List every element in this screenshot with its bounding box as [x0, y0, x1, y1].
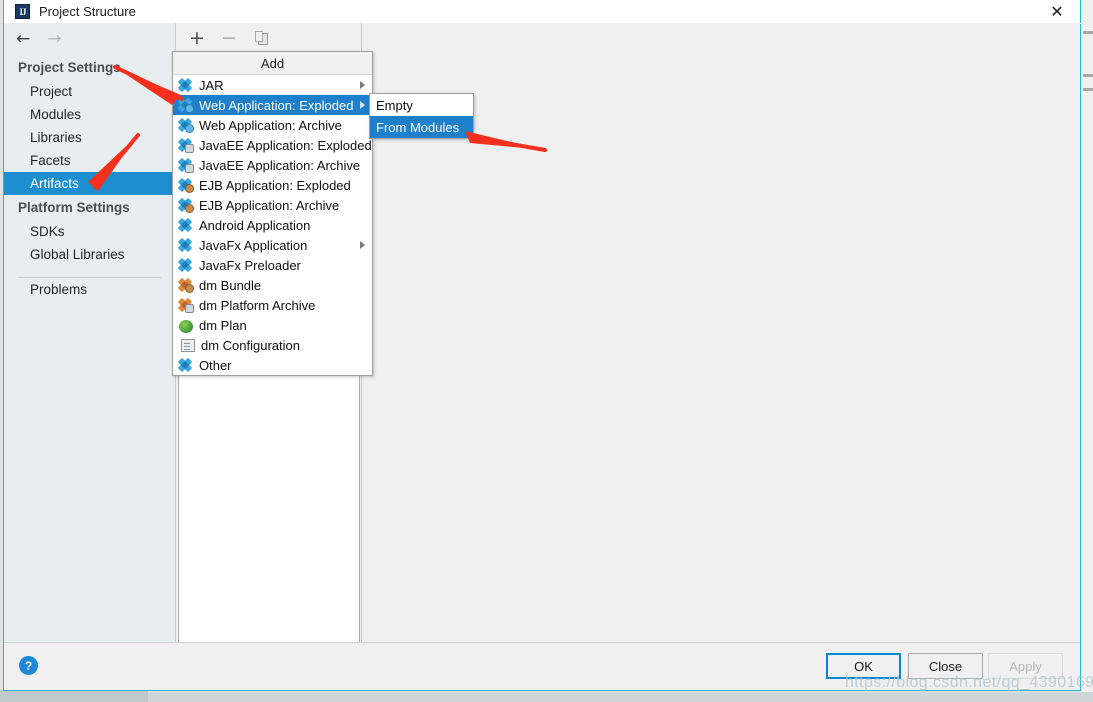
back-arrow-icon[interactable]: ←: [16, 30, 30, 48]
menu-item-ejb-application-exploded[interactable]: EJB Application: Exploded: [173, 175, 372, 195]
desktop-strip-bottom-left: [0, 690, 148, 702]
close-button[interactable]: Close: [908, 653, 983, 679]
desktop-strip-bottom: [0, 692, 1093, 702]
menu-item-other[interactable]: Other: [173, 355, 372, 375]
menu-item-dm-platform-archive[interactable]: dm Platform Archive: [173, 295, 372, 315]
menu-item-web-application-archive[interactable]: Web Application: Archive: [173, 115, 372, 135]
project-structure-dialog: IJ Project Structure ✕ ← → Project Setti…: [3, 0, 1082, 691]
menu-item-label: Web Application: Archive: [199, 117, 342, 133]
menu-item-label: JavaEE Application: Archive: [199, 157, 361, 173]
close-icon[interactable]: ✕: [1034, 0, 1080, 23]
dm-plan-icon: [179, 319, 193, 333]
menu-item-label: JavaEE Application: Exploded: [199, 137, 372, 153]
page-title: Project Structure: [39, 4, 136, 19]
web-exploded-icon: [177, 97, 194, 113]
menu-item-label: Android Application: [199, 217, 311, 233]
dialog-button-bar: ? OK Close Apply: [4, 642, 1080, 690]
dm-bundle-icon: [177, 277, 194, 293]
sidebar-item-global-libraries[interactable]: Global Libraries: [4, 243, 175, 266]
apply-button: Apply: [988, 653, 1063, 679]
submenu-item-from-modules[interactable]: From Modules: [370, 116, 473, 138]
menu-item-dm-bundle[interactable]: dm Bundle: [173, 275, 372, 295]
add-artifact-button[interactable]: +: [187, 28, 207, 48]
add-artifact-menu: Add JAR Web Application: Exploded Web Ap…: [172, 51, 373, 376]
menu-item-label: JavaFx Preloader: [199, 257, 301, 273]
remove-artifact-button: −: [219, 28, 239, 48]
menu-item-label: EJB Application: Archive: [199, 197, 340, 213]
other-icon: [177, 357, 193, 373]
menu-item-label: dm Platform Archive: [199, 297, 316, 313]
javafx-preloader-icon: [177, 257, 193, 273]
menu-item-javaee-application-archive[interactable]: JavaEE Application: Archive: [173, 155, 372, 175]
menu-item-jar[interactable]: JAR: [173, 75, 372, 95]
menu-item-label: EJB Application: Exploded: [199, 177, 351, 193]
menu-item-label: dm Configuration: [201, 337, 300, 353]
sidebar-group-platform-settings: Platform Settings: [18, 200, 130, 215]
chevron-right-icon: [360, 81, 365, 89]
plus-icon: +: [189, 26, 205, 49]
menu-item-label: JavaFx Application: [199, 237, 308, 253]
menu-item-label: Web Application: Exploded: [199, 97, 354, 113]
menu-item-dm-configuration[interactable]: dm Configuration: [173, 335, 372, 355]
sidebar-item-facets[interactable]: Facets: [4, 149, 175, 172]
copy-artifact-button: [251, 28, 271, 48]
menu-item-label: Other: [199, 357, 232, 373]
forward-arrow-icon: →: [47, 28, 62, 49]
help-icon[interactable]: ?: [19, 656, 38, 675]
menu-item-android-application[interactable]: Android Application: [173, 215, 372, 235]
menu-item-dm-plan[interactable]: dm Plan: [173, 315, 372, 335]
sidebar-item-artifacts[interactable]: Artifacts: [4, 172, 175, 195]
menu-item-javafx-application[interactable]: JavaFx Application: [173, 235, 372, 255]
sidebar-item-libraries[interactable]: Libraries: [4, 126, 175, 149]
dm-config-icon: [181, 338, 195, 352]
sidebar-item-sdks[interactable]: SDKs: [4, 220, 175, 243]
title-bar: IJ Project Structure ✕: [4, 0, 1080, 23]
javaee-archive-icon: [177, 157, 194, 173]
background-window-tick: [1083, 74, 1093, 77]
sidebar-group-project-settings: Project Settings: [18, 60, 121, 75]
web-archive-icon: [177, 117, 194, 133]
ejb-exploded-icon: [177, 177, 194, 193]
chevron-right-icon: [360, 241, 365, 249]
menu-item-javaee-application-exploded[interactable]: JavaEE Application: Exploded: [173, 135, 372, 155]
web-exploded-submenu: Empty From Modules: [369, 93, 474, 139]
javafx-app-icon: [177, 237, 193, 253]
dialog-body: ← → Project Settings Project Modules Lib…: [4, 23, 1080, 690]
android-app-icon: [177, 217, 193, 233]
background-window-tick: [1083, 31, 1093, 34]
sidebar-item-problems[interactable]: Problems: [4, 278, 175, 301]
navigation-arrows: ← →: [4, 23, 175, 55]
chevron-right-icon: [360, 101, 365, 109]
copy-icon: [254, 31, 268, 45]
submenu-item-empty[interactable]: Empty: [370, 94, 473, 116]
menu-item-ejb-application-archive[interactable]: EJB Application: Archive: [173, 195, 372, 215]
javaee-exploded-icon: [177, 137, 194, 153]
background-window-right-edge: [1081, 0, 1093, 702]
sidebar-item-modules[interactable]: Modules: [4, 103, 175, 126]
dm-platform-icon: [177, 297, 194, 313]
menu-item-web-application-exploded[interactable]: Web Application: Exploded: [173, 95, 372, 115]
menu-item-label: JAR: [199, 77, 224, 93]
intellij-idea-icon: IJ: [15, 4, 30, 19]
ejb-archive-icon: [177, 197, 194, 213]
minus-icon: −: [221, 26, 237, 49]
add-menu-header: Add: [173, 52, 372, 75]
sidebar-item-project[interactable]: Project: [4, 80, 175, 103]
background-window-tick: [1083, 88, 1093, 91]
menu-item-javafx-preloader[interactable]: JavaFx Preloader: [173, 255, 372, 275]
puzzle-icon: [177, 77, 193, 93]
menu-item-label: dm Bundle: [199, 277, 262, 293]
artifacts-toolbar: + −: [177, 23, 361, 54]
ok-button[interactable]: OK: [826, 653, 901, 679]
menu-item-label: dm Plan: [199, 317, 247, 333]
settings-sidebar: ← → Project Settings Project Modules Lib…: [4, 23, 176, 643]
